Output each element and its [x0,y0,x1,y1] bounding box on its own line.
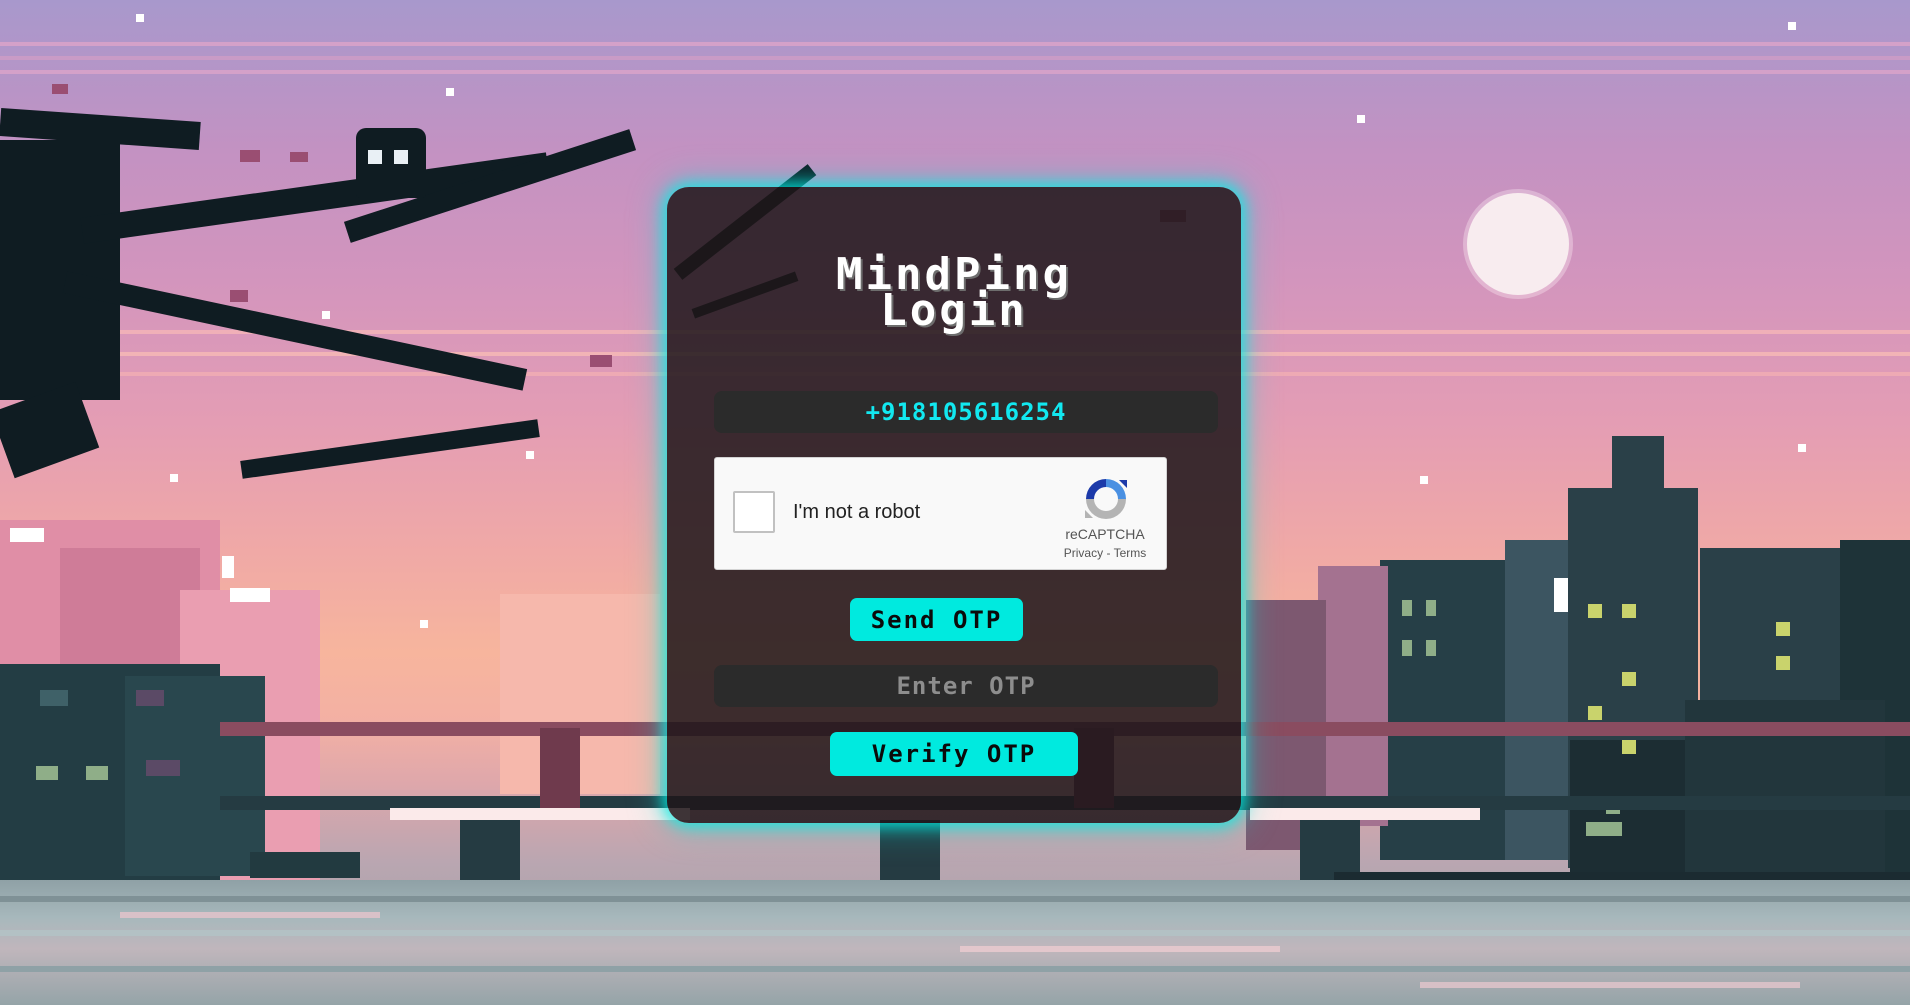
building [125,676,265,876]
star [1788,22,1796,30]
leaf [290,152,308,162]
leaf [52,84,68,94]
recaptcha-link-separator: - [1106,546,1111,560]
sky-stripe [0,70,1910,74]
window [10,528,44,542]
star [1420,476,1428,484]
window [1402,640,1412,656]
page-title: MindPing Login [836,249,1072,336]
leaf [230,290,248,302]
phone-input[interactable] [714,391,1218,433]
water-ripple [120,912,380,918]
building [500,594,660,794]
tree-trunk [0,140,120,400]
sky-stripe [0,42,1910,46]
window [36,766,58,780]
recaptcha-links: Privacy - Terms [1045,546,1165,560]
star [170,474,178,482]
bridge-pillar [460,820,520,880]
window [146,760,180,776]
window [1622,740,1636,754]
recaptcha-widget: I'm not a robot reCAPTCHA Privacy - Term… [714,457,1167,570]
window [1426,640,1436,656]
window [222,556,234,578]
window [1622,604,1636,618]
water-ripple [0,966,1910,972]
bridge-pillar [540,728,580,808]
bridge-pillar [1300,820,1360,880]
window [1622,672,1636,686]
building [1612,436,1664,496]
window [1776,656,1790,670]
recaptcha-privacy-link[interactable]: Privacy [1064,546,1103,560]
water-ripple [0,896,1910,902]
star [526,451,534,459]
water-ripple [1420,982,1800,988]
building [1318,566,1388,826]
recaptcha-terms-link[interactable]: Terms [1114,546,1147,560]
recaptcha-brand: reCAPTCHA [1065,526,1145,542]
window [86,766,108,780]
leaf [590,355,612,367]
star [1798,444,1806,452]
window [1586,822,1622,836]
owl-eye [368,150,382,164]
bridge-rail [390,808,690,820]
train [250,852,360,878]
bridge-rail [1250,808,1480,820]
star [420,620,428,628]
window [230,588,270,602]
window [1776,622,1790,636]
window [1554,578,1568,612]
star [322,311,330,319]
owl [356,128,426,198]
otp-input[interactable] [714,665,1218,707]
window [136,690,164,706]
recaptcha-label: I'm not a robot [793,501,921,523]
star [136,14,144,22]
leaf [240,150,260,162]
window [1588,706,1602,720]
send-otp-button[interactable]: Send OTP [850,598,1023,641]
star [1357,115,1365,123]
recaptcha-checkbox[interactable] [733,491,775,533]
window [1588,604,1602,618]
water-ripple [960,946,1280,952]
login-card: MindPing Login I'm not a robot reCAPTCHA… [667,187,1241,823]
sky-stripe [0,56,1910,60]
bridge-pillar [880,820,940,880]
star [446,88,454,96]
window [1426,600,1436,616]
water-ripple [0,930,1910,936]
window [40,690,68,706]
verify-otp-button[interactable]: Verify OTP [830,732,1078,776]
owl-eye [394,150,408,164]
moon [1467,193,1569,295]
recaptcha-logo-icon [1085,479,1127,519]
window [1402,600,1412,616]
